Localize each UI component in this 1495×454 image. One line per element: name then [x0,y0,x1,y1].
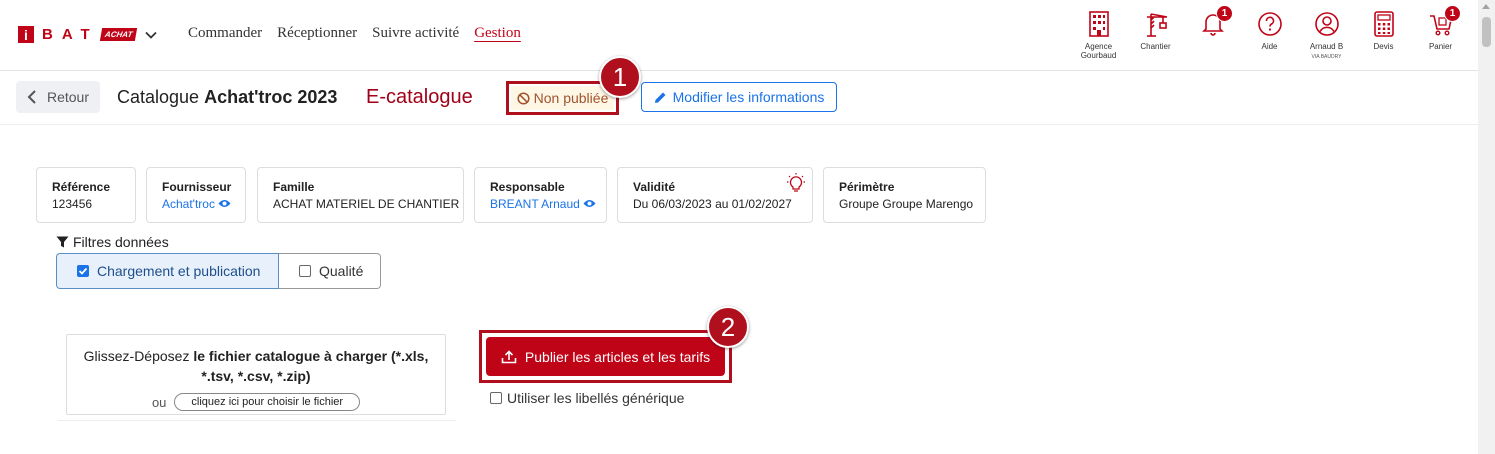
catalogue-type: E-catalogue [366,86,473,108]
nav-notifications[interactable]: 1 [1184,5,1241,62]
tab-qualite-label: Qualité [319,263,364,279]
nav-panier-label: Panier [1428,42,1453,51]
dropzone-divider [58,420,456,421]
step-marker-1: 1 [599,56,641,98]
status-badge: Non publiée [511,86,614,110]
nav-aide-label: Aide [1261,42,1278,51]
nav-agence[interactable]: Agence Gourbaud [1070,10,1127,62]
nav-aide[interactable]: Aide [1241,10,1298,62]
cart-badge: 1 [1444,5,1461,22]
chevron-down-icon[interactable] [144,28,158,42]
choose-file-button[interactable]: cliquez ici pour choisir le fichier [174,393,361,411]
nav-devis[interactable]: Devis [1355,10,1412,62]
ban-icon [517,91,530,105]
nav-gestion[interactable]: Gestion [474,25,521,42]
vertical-scrollbar[interactable] [1478,0,1495,454]
card-fournisseur: Fournisseur Achat'troc [146,167,246,223]
logo-letter: i [18,26,34,43]
building-icon [1088,11,1109,37]
logo-sub: ACHAT [99,28,138,41]
catalogue-header: Retour Catalogue Achat'troc 2023 E-catal… [0,71,1478,125]
modify-label: Modifier les informations [672,89,825,105]
card-reference: Référence 123456 [36,167,136,223]
nav-suivre-activite[interactable]: Suivre activité [372,25,459,42]
pencil-icon [654,92,666,103]
nav-icon-bar: Agence Gourbaud Chantier 1 Aide Arnaud BV… [1070,5,1469,62]
dropzone-choose-row: ou cliquez ici pour choisir le fichier [67,393,445,411]
ibat-logo[interactable]: i BAT ACHAT [18,26,158,43]
chevron-left-icon [27,90,36,104]
publish-button[interactable]: Publier les articles et les tarifs [486,337,725,376]
modify-info-button[interactable]: Modifier les informations [641,82,837,112]
file-dropzone[interactable]: Glissez-Déposez le fichier catalogue à c… [66,334,446,415]
back-button[interactable]: Retour [16,81,100,113]
filter-tabs: Chargement et publication Qualité [56,253,381,289]
tab-qualite[interactable]: Qualité [279,253,381,289]
responsable-link: BREANT Arnaud [490,197,580,211]
logo-name: BAT [42,26,99,43]
dropzone-or: ou [151,394,167,410]
status-text: Non publiée [533,90,609,106]
tab-chargement-label: Chargement et publication [97,263,261,279]
publish-highlight: Publier les articles et les tarifs [479,330,732,383]
crane-icon [1146,13,1167,37]
upload-icon [501,349,517,363]
scroll-up-arrow-icon[interactable] [1482,4,1490,9]
checkbox-generic-labels[interactable] [490,392,502,404]
nav-panier[interactable]: 1 Panier [1412,5,1469,62]
step-marker-2: 2 [707,306,749,348]
card-famille: Famille ACHAT MATERIEL DE CHANTIER [257,167,464,223]
generic-labels-option: Utiliser les libellés générique [490,390,684,406]
calculator-icon [1373,11,1394,37]
nav-commander[interactable]: Commander [188,25,262,42]
tab-chargement-publication[interactable]: Chargement et publication [56,253,279,289]
check-icon [78,267,88,275]
eye-icon[interactable] [218,199,231,208]
main-nav: Commander Réceptionner Suivre activité G… [188,25,521,42]
scroll-thumb[interactable] [1482,17,1491,47]
card-responsable: Responsable BREANT Arnaud [474,167,607,223]
generic-labels-text[interactable]: Utiliser les libellés générique [507,390,684,406]
dropzone-instructions: Glissez-Déposez le fichier catalogue à c… [83,348,429,384]
page-title: Catalogue Achat'troc 2023 [117,87,338,107]
card-perimetre: Périmètre Groupe Groupe Marengo [823,167,986,223]
nav-user-label: Arnaud B VIA BAUDRY [1309,42,1344,60]
filters-label: Filtres données [56,234,169,250]
lightbulb-icon[interactable] [786,172,806,194]
nav-chantier-label: Chantier [1140,42,1171,51]
nav-chantier[interactable]: Chantier [1127,10,1184,62]
nav-user[interactable]: Arnaud B VIA BAUDRY [1298,10,1355,62]
user-icon [1314,12,1339,36]
checkbox-qualite[interactable] [299,265,311,277]
nav-agence-label: Agence Gourbaud [1080,42,1117,60]
fournisseur-link: Achat'troc [162,197,215,211]
eye-icon[interactable] [583,199,596,208]
checkbox-chargement[interactable] [77,265,89,277]
top-navbar: i BAT ACHAT Commander Réceptionner Suivr… [0,0,1478,71]
nav-receptionner[interactable]: Réceptionner [277,25,357,42]
card-validite: Validité Du 06/03/2023 au 01/02/2027 [617,167,813,223]
notifications-badge: 1 [1216,5,1233,22]
publish-label: Publier les articles et les tarifs [524,348,711,365]
nav-devis-label: Devis [1373,42,1394,51]
filter-icon [56,236,69,248]
back-label: Retour [46,89,90,105]
help-icon [1257,12,1282,36]
